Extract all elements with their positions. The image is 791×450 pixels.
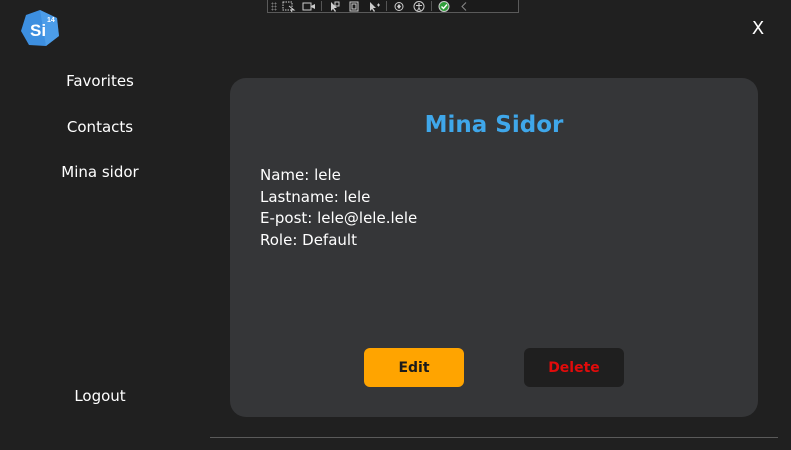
logo-text: Si xyxy=(30,21,46,40)
logout-link[interactable]: Logout xyxy=(0,387,200,405)
hot-reload-icon[interactable] xyxy=(391,1,407,12)
divider xyxy=(210,437,778,438)
debug-toolbar xyxy=(267,0,519,13)
profile-name: Name: lele xyxy=(260,166,341,184)
pointer-icon[interactable] xyxy=(326,1,342,12)
nav-item-favorites[interactable]: Favorites xyxy=(0,72,200,90)
toolbar-grip[interactable] xyxy=(271,1,277,11)
cursor-track-icon[interactable] xyxy=(366,1,382,12)
check-icon[interactable] xyxy=(436,0,452,12)
toolbar-separator xyxy=(386,1,387,11)
edit-button[interactable]: Edit xyxy=(364,348,464,387)
profile-card: Mina Sidor Name: lele Lastname: lele E-p… xyxy=(230,78,758,417)
toolbar-separator xyxy=(321,1,322,11)
collapse-chevron-icon[interactable] xyxy=(456,1,472,12)
accessibility-icon[interactable] xyxy=(411,0,427,12)
page-title: Mina Sidor xyxy=(424,112,564,138)
frame-icon[interactable] xyxy=(346,1,362,12)
app-logo: Si 14 xyxy=(20,9,60,47)
close-button[interactable]: X xyxy=(748,17,768,41)
profile-email: E-post: lele@lele.lele xyxy=(260,209,418,227)
logo-badge: 14 xyxy=(47,17,55,24)
delete-button[interactable]: Delete xyxy=(524,348,624,387)
select-element-icon[interactable] xyxy=(281,1,297,12)
profile-lastname: Lastname: lele xyxy=(260,187,371,206)
video-icon[interactable] xyxy=(301,1,317,12)
nav-item-contacts[interactable]: Contacts xyxy=(0,118,200,136)
nav-item-mina-sidor[interactable]: Mina sidor xyxy=(0,163,200,181)
profile-info: Name: lele Lastname: lele E-post: lele@l… xyxy=(260,165,417,251)
profile-role: Role: Default xyxy=(260,230,357,249)
toolbar-separator xyxy=(431,1,432,11)
